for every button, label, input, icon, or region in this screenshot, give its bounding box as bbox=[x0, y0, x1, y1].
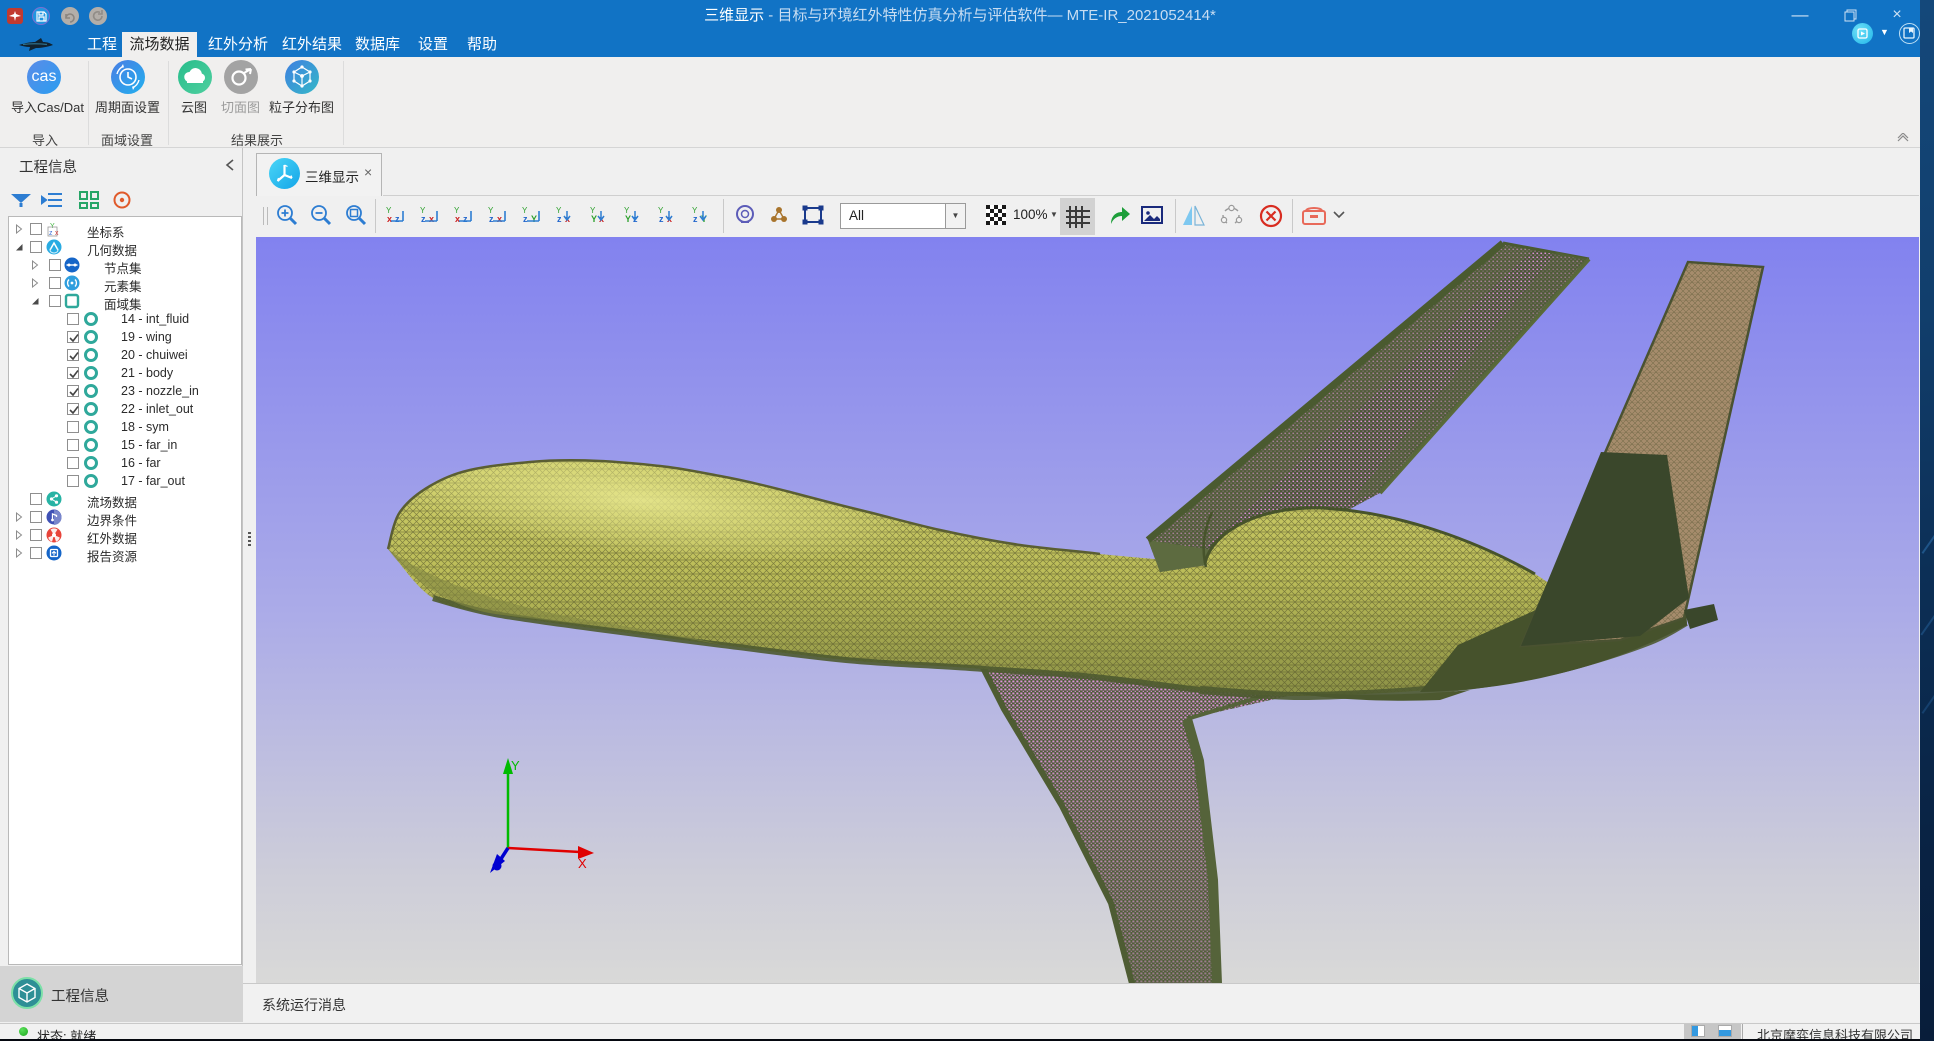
svg-text:z: z bbox=[693, 214, 698, 224]
svg-text:Y: Y bbox=[511, 758, 520, 773]
svg-text:z: z bbox=[395, 214, 400, 224]
svg-text:x: x bbox=[55, 230, 59, 237]
svg-text:Y: Y bbox=[591, 214, 597, 224]
svg-text:Y: Y bbox=[50, 223, 55, 230]
svg-text:Y: Y bbox=[531, 214, 537, 224]
svg-text:x: x bbox=[429, 214, 434, 224]
svg-text:x: x bbox=[387, 214, 392, 224]
svg-text:z: z bbox=[659, 214, 664, 224]
svg-text:Y: Y bbox=[625, 214, 631, 224]
svg-text:z: z bbox=[489, 214, 494, 224]
svg-text:z: z bbox=[421, 214, 426, 224]
svg-text:z: z bbox=[463, 214, 468, 224]
svg-text:X: X bbox=[578, 856, 587, 871]
svg-text:x: x bbox=[497, 214, 502, 224]
svg-text:z: z bbox=[557, 214, 562, 224]
svg-text:x: x bbox=[455, 214, 460, 224]
svg-text:z: z bbox=[523, 214, 528, 224]
svg-text:z: z bbox=[49, 230, 53, 237]
